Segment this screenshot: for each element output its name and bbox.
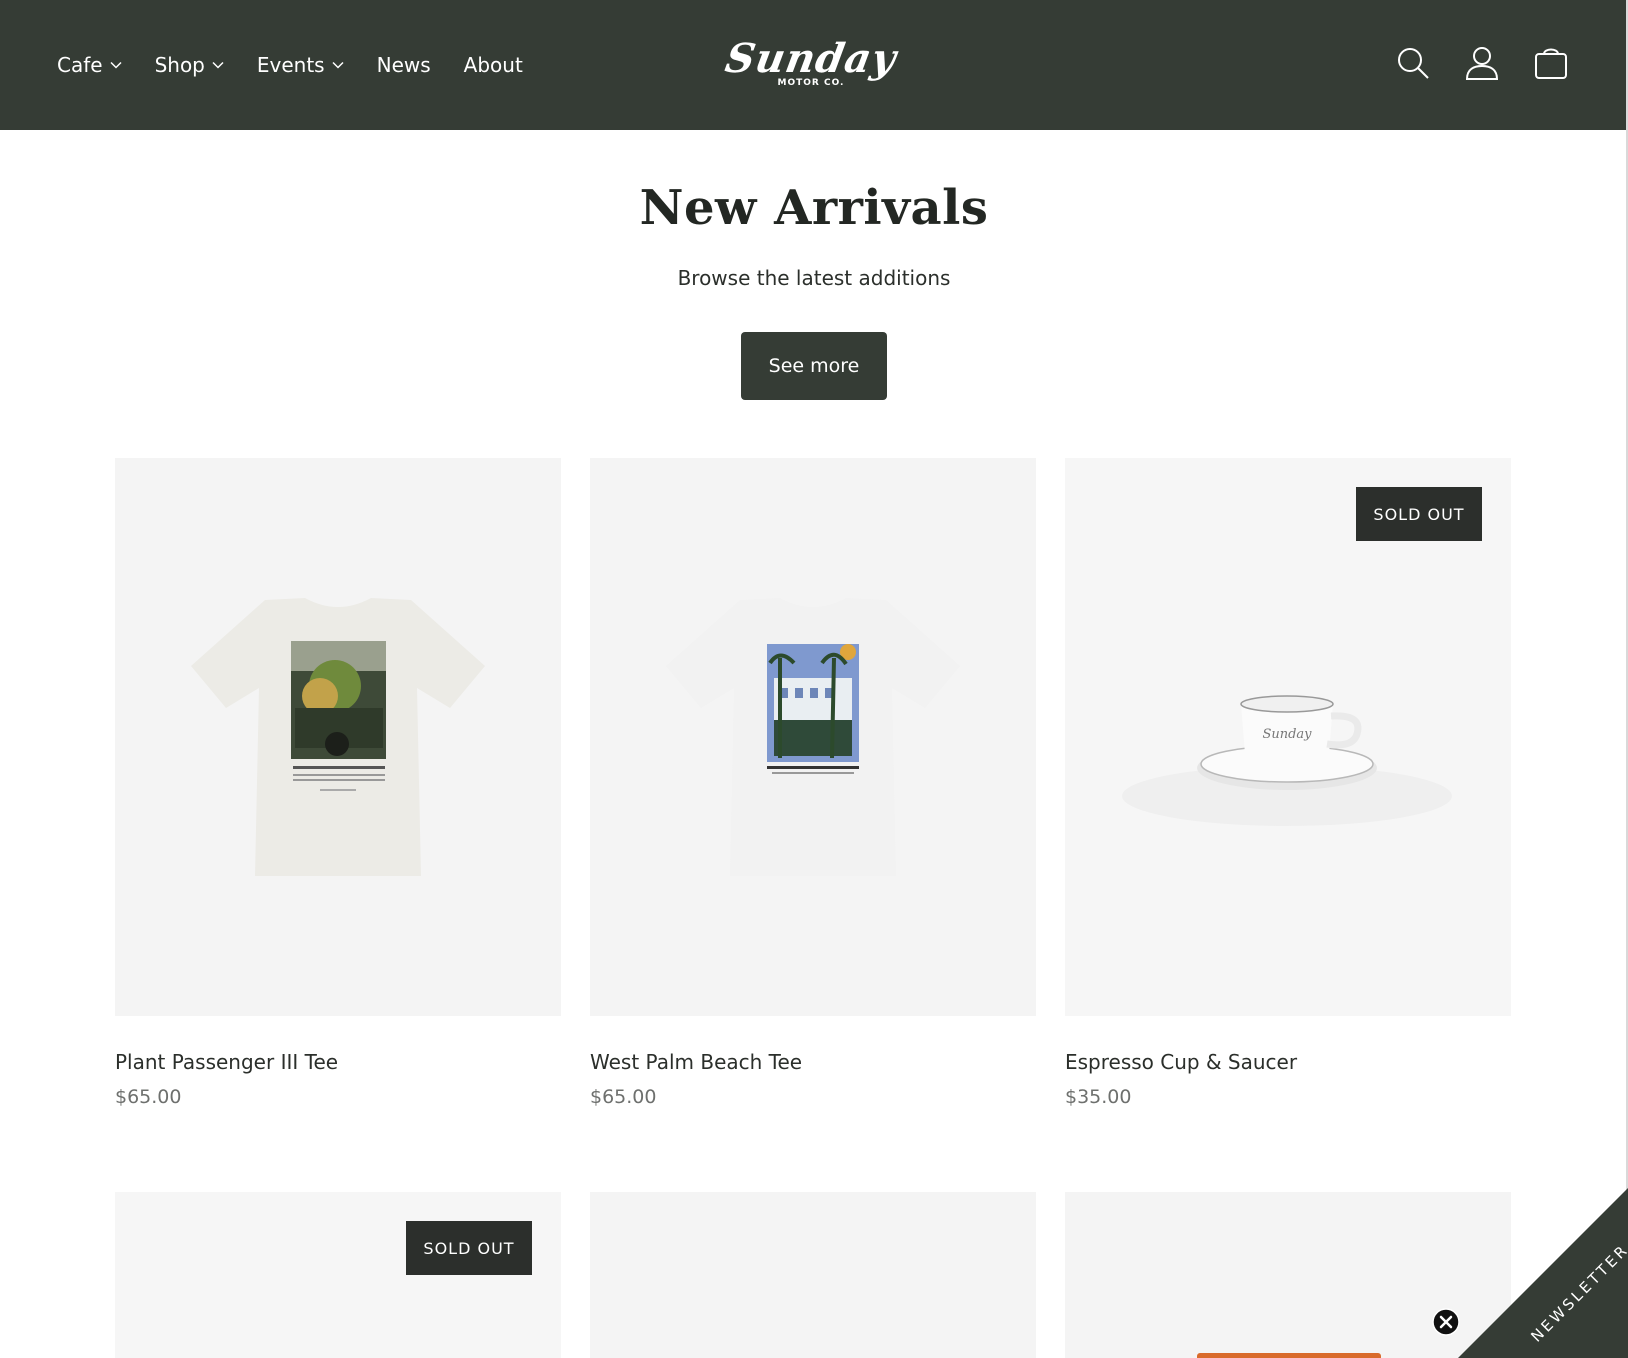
main-nav: Cafe Shop Events News About <box>57 0 556 130</box>
section-subtitle: Browse the latest additions <box>677 266 951 290</box>
chevron-down-icon <box>110 61 122 69</box>
product-title[interactable]: West Palm Beach Tee <box>590 1050 802 1074</box>
product-image[interactable] <box>115 458 561 1016</box>
nav-item-events[interactable]: Events <box>257 53 344 77</box>
product-price: $65.00 <box>590 1086 657 1108</box>
chevron-down-icon <box>332 61 344 69</box>
tshirt-image <box>191 598 485 876</box>
product-image[interactable]: Sunday SOLD OUT <box>1065 458 1511 1016</box>
product-image[interactable] <box>590 458 1036 1016</box>
product-title[interactable]: Espresso Cup & Saucer <box>1065 1050 1297 1074</box>
tshirt-image <box>666 598 960 876</box>
see-more-button[interactable]: See more <box>741 332 887 400</box>
product-image <box>1197 1353 1381 1358</box>
nav-item-news[interactable]: News <box>377 53 431 77</box>
newsletter-tab[interactable]: NEWSLETTER <box>1458 1188 1628 1358</box>
search-icon[interactable] <box>1396 46 1430 80</box>
nav-item-label: Cafe <box>57 53 103 77</box>
site-header: Cafe Shop Events News About Sunday MOTOR… <box>0 0 1628 130</box>
cart-icon[interactable] <box>1534 46 1568 80</box>
sold-out-badge: SOLD OUT <box>1356 487 1482 541</box>
logo-subtitle: MOTOR CO. <box>777 78 845 88</box>
nav-item-about[interactable]: About <box>464 53 523 77</box>
product-card[interactable] <box>590 1192 1036 1358</box>
header-actions <box>1396 46 1568 80</box>
close-icon[interactable] <box>1432 1308 1460 1336</box>
product-price: $35.00 <box>1065 1086 1132 1108</box>
product-card[interactable]: SOLD OUT <box>115 1192 561 1358</box>
espresso-cup-image: Sunday <box>1122 695 1452 826</box>
nav-item-shop[interactable]: Shop <box>155 53 224 77</box>
nav-item-cafe[interactable]: Cafe <box>57 53 122 77</box>
section-title: New Arrivals <box>639 180 989 236</box>
nav-item-label: About <box>463 53 523 77</box>
logo-wordmark: Sunday <box>721 35 901 82</box>
chevron-down-icon <box>212 61 224 69</box>
nav-item-label: Shop <box>154 53 205 77</box>
product-title[interactable]: Plant Passenger III Tee <box>115 1050 338 1074</box>
product-price: $65.00 <box>115 1086 182 1108</box>
nav-item-label: News <box>376 53 431 77</box>
nav-item-label: Events <box>256 53 325 77</box>
sold-out-badge: SOLD OUT <box>406 1221 532 1275</box>
svg-text:Sunday: Sunday <box>1262 727 1312 742</box>
account-icon[interactable] <box>1465 46 1499 80</box>
site-logo[interactable]: Sunday MOTOR CO. <box>695 35 927 94</box>
